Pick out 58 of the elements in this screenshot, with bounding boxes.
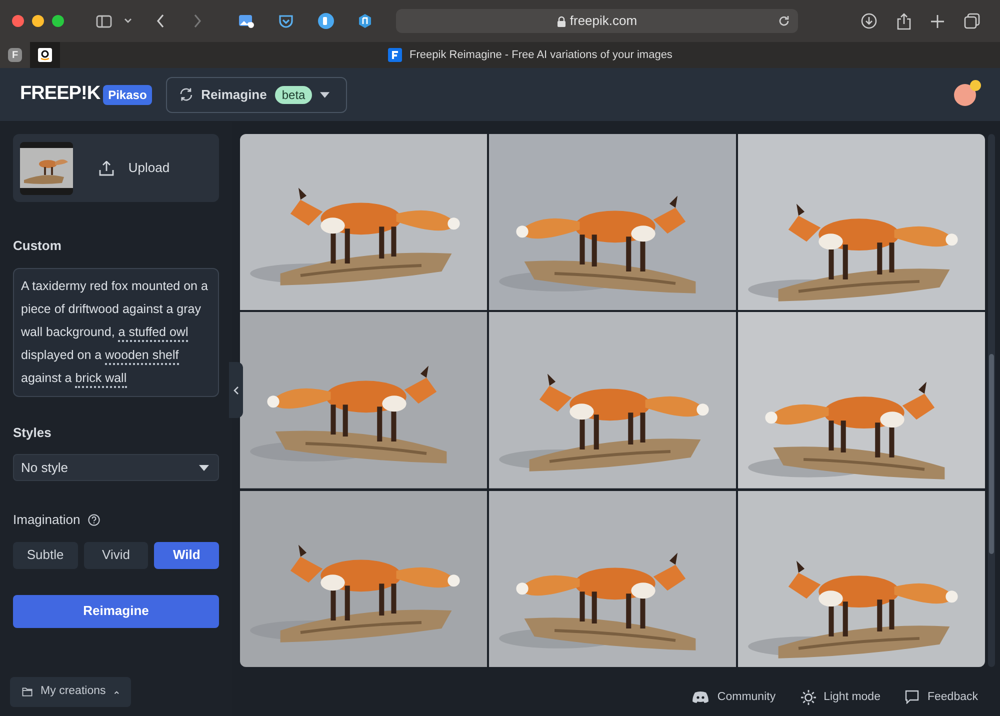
folder-icon [22, 686, 33, 698]
maximize-window-button[interactable] [52, 15, 64, 27]
section-label: Imagination [13, 511, 80, 529]
pocket-icon[interactable] [278, 14, 294, 28]
imagination-option[interactable]: Wild [154, 542, 219, 568]
collapse-handle[interactable] [229, 362, 243, 418]
pikaso-badge: Pikaso [103, 84, 152, 104]
close-window-button[interactable] [12, 15, 24, 27]
style-dropdown[interactable]: No style [13, 454, 219, 481]
scroll-thumb[interactable] [989, 354, 994, 554]
prompt-text: A taxidermy red fox mounted on a piece of driftwood against a gray wall background, a stuffed owl displayed on a wooden shelf against a brick wall [21, 274, 211, 390]
reimagine-button[interactable]: Reimagine [13, 594, 219, 628]
help-icon[interactable] [88, 514, 100, 526]
freepik-favicon-icon [388, 48, 402, 62]
browser-tab[interactable] [30, 42, 60, 68]
prompt-field[interactable]: A taxidermy red fox mounted on a piece of driftwood against a gray wall background, a stuffed owl displayed on a wooden shelf against a brick wall [13, 268, 219, 396]
chat-icon [905, 690, 920, 704]
tool-selector[interactable]: Reimagine beta [166, 76, 347, 112]
photo-icon[interactable] [238, 14, 254, 28]
imagination-option[interactable]: Subtle [13, 542, 78, 568]
extension-icon[interactable] [318, 13, 334, 29]
sidebar-icon[interactable] [96, 14, 112, 28]
chevron-down-icon[interactable] [124, 18, 132, 24]
tab-title[interactable]: Freepik Reimagine - Free AI variations of your images [410, 46, 672, 64]
imagination-option[interactable]: Vivid [84, 542, 148, 568]
discord-icon [692, 691, 710, 704]
footer-link[interactable]: Community [717, 688, 776, 706]
upload-panel[interactable]: Upload [13, 134, 219, 202]
amazon-icon [38, 48, 52, 62]
caret-icon [199, 464, 209, 470]
forward-icon[interactable] [193, 14, 202, 28]
plus-icon[interactable] [931, 14, 944, 28]
scrollbar[interactable] [988, 134, 995, 667]
reload-icon[interactable] [778, 15, 790, 27]
address-bar[interactable]: freepik.com [396, 9, 798, 33]
lock-icon [556, 16, 566, 26]
section-label: Custom [13, 237, 62, 255]
download-icon[interactable] [861, 13, 877, 29]
sun-icon [800, 690, 816, 705]
chevron-left-icon [233, 386, 239, 394]
hexagon-icon[interactable] [358, 13, 372, 29]
section-label: Styles [13, 424, 52, 442]
back-icon[interactable] [156, 14, 165, 28]
avatar[interactable] [954, 84, 976, 106]
minimize-window-button[interactable] [32, 15, 44, 27]
tabs-icon[interactable] [964, 13, 980, 29]
address-text: freepik.com [570, 12, 638, 30]
share-icon[interactable] [897, 12, 911, 30]
refresh-icon [178, 87, 194, 102]
chevron-up-icon [114, 690, 119, 694]
upload-icon [99, 160, 114, 176]
footer-link[interactable]: Light mode [824, 688, 880, 706]
crown-badge-icon [970, 80, 981, 90]
footer-link[interactable]: Feedback [927, 688, 978, 706]
my-creations-button[interactable]: My creations [10, 677, 131, 707]
freepik-logo[interactable]: FREEP!K [20, 80, 100, 109]
beta-badge: beta [274, 86, 312, 104]
caret-icon [320, 92, 330, 98]
